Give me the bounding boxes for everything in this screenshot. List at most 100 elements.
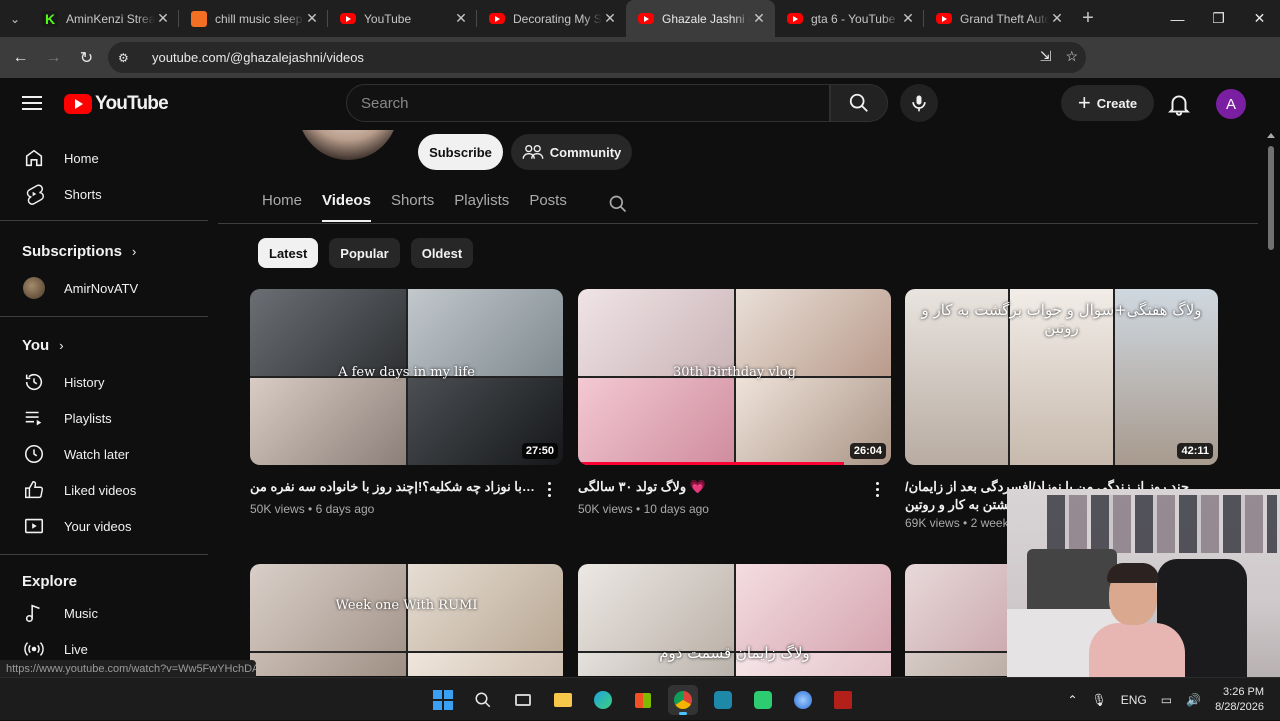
sidebar-item-shorts[interactable]: Shorts (12, 176, 208, 212)
sidebar-section-subscriptions[interactable]: Subscriptions › (22, 243, 136, 260)
volume-icon[interactable]: 🔊 (1186, 693, 1201, 707)
taskbar-search-icon[interactable] (468, 685, 498, 715)
video-title[interactable]: ولاگ تولد ۳۰ سالگی 💗 (578, 478, 891, 496)
close-icon[interactable]: ✕ (155, 10, 171, 27)
close-icon[interactable]: ✕ (304, 10, 320, 27)
chip-oldest[interactable]: Oldest (410, 238, 474, 268)
community-button[interactable]: Community (511, 134, 632, 170)
video-card[interactable]: A few days in my life 27:50 زندگی با نوز… (250, 289, 563, 516)
video-card[interactable]: 30th Birthday vlog 26:04 ولاگ تولد ۳۰ سا… (578, 289, 891, 516)
browser-tab[interactable]: K AminKenzi Stream ✕ (30, 0, 179, 37)
sidebar-item-home[interactable]: Home (12, 140, 208, 176)
close-icon[interactable]: ✕ (1049, 10, 1065, 27)
scroll-up-arrow[interactable] (1267, 133, 1275, 138)
chevron-up-icon[interactable]: ⌃ (1067, 693, 1077, 707)
notifications-bell-icon[interactable] (1166, 91, 1192, 117)
install-app-icon[interactable]: ⇲ (1040, 48, 1052, 65)
voice-search-button[interactable] (900, 84, 938, 122)
site-info-icon[interactable]: ⚙ (118, 51, 138, 65)
live-icon (22, 637, 46, 661)
app-icon[interactable] (748, 685, 778, 715)
app-icon[interactable] (788, 685, 818, 715)
chip-latest[interactable]: Latest (258, 238, 319, 268)
page-scrollbar[interactable] (1268, 146, 1274, 250)
language-indicator[interactable]: ENG (1121, 693, 1147, 707)
task-view-icon[interactable] (508, 685, 538, 715)
minimize-button[interactable]: — (1157, 0, 1198, 37)
tab-search-dropdown[interactable]: ⌄ (0, 0, 30, 37)
forward-button[interactable]: → (37, 41, 70, 74)
video-title[interactable]: زندگی با نوزاد چه شکلیه؟!|چند روز با خان… (250, 478, 563, 496)
browser-tab[interactable]: gta 6 - YouTube ✕ (775, 0, 924, 37)
youtube-logo[interactable]: YouTube (64, 93, 169, 115)
browser-tab[interactable]: chill music sleep r ✕ (179, 0, 328, 37)
search-box[interactable] (346, 84, 830, 122)
sidebar-item-watch-later[interactable]: Watch later (12, 436, 208, 472)
back-button[interactable]: ← (4, 41, 37, 74)
more-actions-icon[interactable] (867, 479, 887, 499)
close-window-button[interactable]: ✕ (1239, 0, 1280, 37)
video-duration: 27:50 (521, 443, 558, 459)
new-tab-button[interactable]: + (1073, 7, 1103, 30)
tab-videos[interactable]: Videos (312, 186, 381, 224)
menu-hamburger-icon[interactable] (20, 92, 44, 116)
windows-taskbar: ⌃ 🎙 ENG ▭ 🔊 3:26 PM 8/28/2026 (0, 677, 1280, 720)
create-button[interactable]: + Create (1061, 85, 1154, 121)
close-icon[interactable]: ✕ (453, 10, 469, 27)
search-input[interactable] (361, 94, 829, 112)
account-avatar[interactable]: A (1216, 89, 1246, 119)
clock[interactable]: 3:26 PM 8/28/2026 (1215, 685, 1264, 715)
browser-tab[interactable]: Decorating My Sh ✕ (477, 0, 626, 37)
microphone-tray-icon[interactable]: 🎙 (1092, 693, 1107, 707)
chip-popular[interactable]: Popular (329, 238, 400, 268)
playlists-icon (22, 406, 46, 430)
channel-search-icon[interactable] (608, 194, 628, 214)
video-card[interactable]: Week one With RUMI (250, 564, 563, 676)
chrome-icon[interactable] (668, 685, 698, 715)
edge-browser-icon[interactable] (588, 685, 618, 715)
video-thumbnail[interactable]: Week one With RUMI (250, 564, 563, 676)
search-button[interactable] (830, 84, 888, 122)
reload-button[interactable]: ↻ (70, 41, 103, 74)
file-explorer-icon[interactable] (548, 685, 578, 715)
tab-posts[interactable]: Posts (519, 186, 577, 224)
close-icon[interactable]: ✕ (900, 10, 916, 27)
channel-avatar-large[interactable] (298, 130, 398, 160)
browser-tab-active[interactable]: Ghazale Jashni - Y ✕ (626, 0, 775, 37)
more-actions-icon[interactable] (539, 479, 559, 499)
video-thumbnail[interactable]: 30th Birthday vlog 26:04 (578, 289, 891, 465)
sidebar-item-playlists[interactable]: Playlists (12, 400, 208, 436)
sidebar-item-your-videos[interactable]: Your videos (12, 508, 208, 544)
app-icon[interactable] (708, 685, 738, 715)
tab-playlists[interactable]: Playlists (444, 186, 519, 224)
sidebar-item-music[interactable]: Music (12, 595, 208, 631)
video-meta: 50K views • 6 days ago (250, 502, 375, 516)
video-thumbnail[interactable]: A few days in my life 27:50 (250, 289, 563, 465)
tab-home[interactable]: Home (262, 186, 312, 224)
url-text[interactable]: youtube.com/@ghazalejashni/videos (152, 50, 364, 65)
sidebar-item-history[interactable]: History (12, 364, 208, 400)
sidebar-item-amirnovatv[interactable]: AmirNovATV (12, 270, 208, 306)
maximize-button[interactable]: ❐ (1198, 0, 1239, 37)
sidebar-section-you[interactable]: You › (22, 337, 64, 354)
channel-avatar (22, 276, 46, 300)
sidebar-item-liked-videos[interactable]: Liked videos (12, 472, 208, 508)
close-icon[interactable]: ✕ (602, 10, 618, 27)
video-thumbnail[interactable]: ولاگ زایمان قسمت دوم (578, 564, 891, 676)
video-card[interactable]: ولاگ زایمان قسمت دوم (578, 564, 891, 676)
youtube-icon (787, 13, 803, 24)
dota-icon[interactable] (828, 685, 858, 715)
subscribe-button[interactable]: Subscribe (418, 134, 503, 170)
start-button[interactable] (428, 685, 458, 715)
close-icon[interactable]: ✕ (751, 10, 767, 27)
sidebar: Home Shorts Subscriptions › AmirNovATV Y… (0, 130, 208, 676)
browser-tab[interactable]: Grand Theft Auto ✕ (924, 0, 1073, 37)
browser-tab[interactable]: YouTube ✕ (328, 0, 477, 37)
bookmark-star-icon[interactable]: ☆ (1065, 48, 1078, 65)
omnibox[interactable]: ⚙ youtube.com/@ghazalejashni/videos ⇲ ☆ (108, 42, 1086, 73)
tab-shorts[interactable]: Shorts (381, 186, 444, 224)
clock-time: 3:26 PM (1223, 685, 1264, 698)
network-icon[interactable]: ▭ (1161, 693, 1172, 707)
video-thumbnail[interactable]: ولاگ هفتگی+سوال و جواب برگشت به کار و رو… (905, 289, 1218, 465)
store-icon[interactable] (628, 685, 658, 715)
